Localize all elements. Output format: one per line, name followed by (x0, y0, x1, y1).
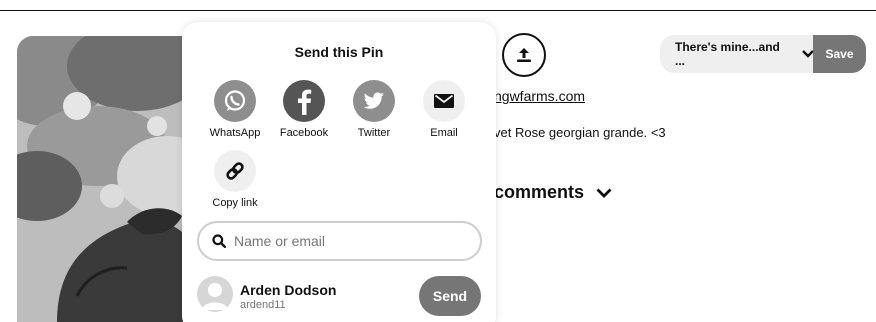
search-input[interactable] (234, 233, 464, 249)
facebook-icon (283, 80, 325, 122)
upload-icon (517, 48, 531, 62)
search-icon (212, 234, 226, 248)
share-twitter-label: Twitter (357, 127, 391, 139)
contact-username: ardend11 (240, 299, 286, 311)
board-select[interactable]: There's mine...and ... (660, 35, 814, 73)
share-copy-link[interactable]: Copy link (202, 150, 268, 209)
pin-description: vet Rose georgian grande. <3 (494, 125, 666, 140)
search-field[interactable] (197, 221, 482, 261)
avatar (197, 276, 233, 312)
share-whatsapp[interactable]: WhatsApp (202, 80, 268, 139)
source-link[interactable]: ngwfarms.com (494, 88, 585, 104)
share-copy-link-label: Copy link (212, 197, 258, 209)
link-icon (214, 150, 256, 192)
share-email[interactable]: Email (411, 80, 477, 139)
save-button[interactable]: Save (813, 35, 866, 73)
window-edge (0, 10, 876, 11)
pin-image[interactable] (17, 36, 202, 322)
send-button[interactable]: Send (419, 276, 481, 316)
share-twitter[interactable]: Twitter (341, 80, 407, 139)
share-email-label: Email (430, 127, 458, 139)
share-upload-button[interactable] (502, 33, 546, 77)
share-facebook-label: Facebook (279, 127, 329, 139)
comments-label: comments (494, 182, 585, 202)
comments-toggle[interactable]: comments (494, 182, 612, 203)
board-select-label: There's mine...and ... (675, 40, 780, 68)
twitter-icon (353, 80, 395, 122)
send-pin-popup: Send this Pin WhatsApp Facebook Twitter (182, 22, 496, 322)
share-whatsapp-label: WhatsApp (209, 127, 261, 139)
whatsapp-icon (214, 80, 256, 122)
email-icon (423, 80, 465, 122)
popup-title: Send this Pin (294, 44, 384, 60)
contact-row[interactable]: Arden Dodson ardend11 Send (197, 276, 487, 318)
share-facebook[interactable]: Facebook (271, 80, 337, 139)
chevron-down-icon (596, 188, 612, 198)
pin-image-graphic (17, 36, 202, 322)
contact-name: Arden Dodson (240, 282, 337, 298)
